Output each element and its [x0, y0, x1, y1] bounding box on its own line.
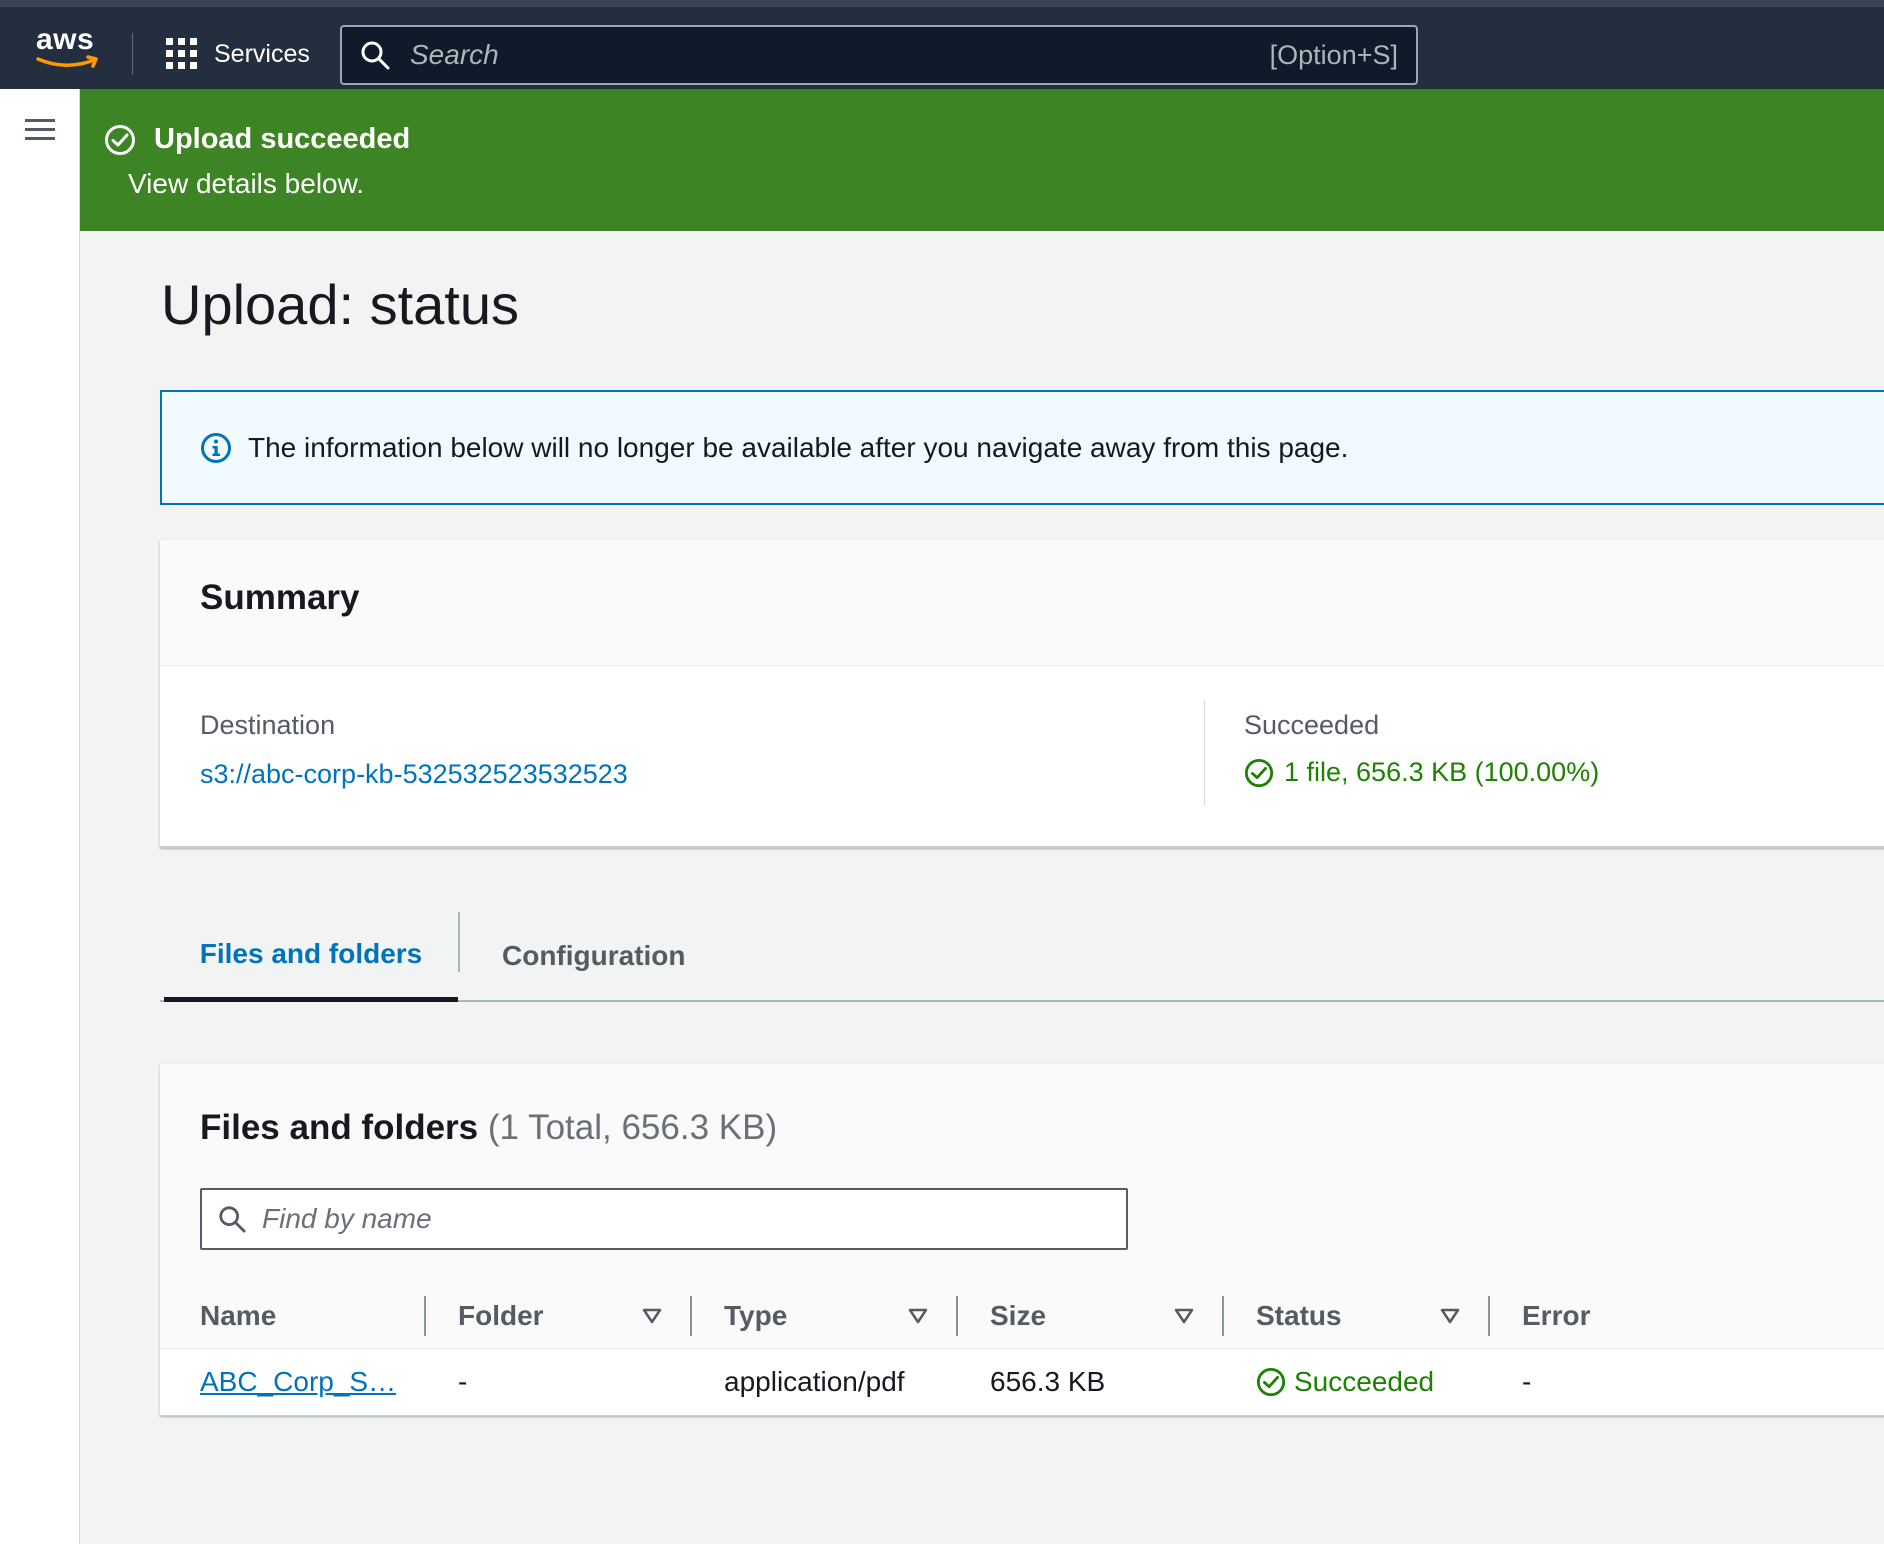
side-navigation-collapsed	[0, 89, 80, 1544]
files-count: (1 Total, 656.3 KB)	[487, 1108, 778, 1147]
column-header-type[interactable]: Type	[692, 1284, 958, 1349]
status-text: Succeeded	[1294, 1365, 1435, 1397]
find-by-name-field[interactable]	[200, 1188, 1128, 1250]
aws-smile-icon	[36, 55, 98, 68]
cell-type: application/pdf	[724, 1365, 905, 1397]
info-alert: The information below will no longer be …	[160, 390, 1884, 505]
search-shortcut-hint: [Option+S]	[1269, 39, 1398, 70]
table-row: ABC_Corp_S… - application/pdf 656.3 KB S…	[160, 1348, 1884, 1415]
topbar-divider	[132, 33, 133, 75]
tab-separator	[458, 912, 460, 972]
column-header-label: Type	[724, 1300, 788, 1331]
column-header-error[interactable]: Error	[1490, 1284, 1884, 1349]
sort-caret-down-icon[interactable]	[642, 1308, 662, 1324]
find-by-name-input[interactable]	[262, 1203, 1126, 1235]
destination-column: Destination s3://abc-corp-kb-53253252353…	[200, 710, 628, 790]
top-navigation-bar: aws Services [Option+S]	[0, 0, 1884, 89]
summary-heading: Summary	[200, 578, 360, 617]
destination-link[interactable]: s3://abc-corp-kb-532532523532523	[200, 759, 628, 790]
summary-body: Destination s3://abc-corp-kb-53253252353…	[160, 666, 1884, 848]
info-icon	[201, 432, 231, 463]
table-header-row: Name Folder Type Size Status Error	[160, 1284, 1884, 1349]
tab-files-and-folders[interactable]: Files and folders	[164, 910, 458, 1002]
cell-size: 656.3 KB	[990, 1365, 1106, 1397]
cell-error: -	[1522, 1365, 1532, 1397]
page-title: Upload: status	[161, 273, 519, 336]
search-icon	[361, 41, 390, 70]
cell-name: ABC_Corp_S…	[160, 1349, 426, 1415]
services-menu-button[interactable]: Services	[166, 35, 310, 73]
upload-success-flash: Upload succeeded View details below.	[80, 89, 1884, 231]
succeeded-column: Succeeded 1 file, 656.3 KB (100.00%)	[1244, 710, 1599, 788]
column-header-status[interactable]: Status	[1224, 1284, 1490, 1349]
file-name-link[interactable]: ABC_Corp_S…	[200, 1366, 396, 1397]
menu-icon[interactable]	[25, 117, 55, 143]
tabs-bar: Files and folders Configuration	[160, 910, 1884, 1002]
succeeded-label: Succeeded	[1244, 710, 1380, 740]
files-table: Name Folder Type Size Status Error ABC_C…	[160, 1284, 1884, 1415]
flash-title: Upload succeeded	[154, 123, 411, 155]
search-icon	[219, 1206, 246, 1233]
column-header-label: Status	[1256, 1300, 1342, 1331]
sort-caret-down-icon[interactable]	[1440, 1308, 1460, 1324]
succeeded-value: 1 file, 656.3 KB (100.00%)	[1284, 757, 1600, 787]
files-and-folders-container: Files and folders (1 Total, 656.3 KB) Na…	[160, 1064, 1884, 1416]
aws-logo-text: aws	[36, 23, 95, 56]
success-check-icon	[1244, 758, 1274, 787]
files-heading-title: Files and folders	[200, 1108, 479, 1147]
tab-configuration[interactable]: Configuration	[502, 910, 686, 1002]
column-header-label: Folder	[458, 1300, 544, 1331]
check-circle-icon	[105, 124, 135, 155]
column-header-label: Error	[1522, 1300, 1591, 1331]
cell-folder: -	[458, 1365, 468, 1397]
grid-icon	[166, 38, 197, 69]
files-header: Files and folders (1 Total, 656.3 KB)	[160, 1064, 1884, 1284]
column-header-label: Name	[200, 1300, 277, 1331]
files-heading: Files and folders (1 Total, 656.3 KB)	[200, 1108, 1884, 1148]
cell-status: Succeeded	[1224, 1349, 1490, 1415]
sort-caret-down-icon[interactable]	[1174, 1308, 1194, 1324]
sort-caret-down-icon[interactable]	[908, 1308, 928, 1324]
services-label: Services	[214, 39, 310, 68]
global-search-bar[interactable]: [Option+S]	[340, 25, 1418, 85]
column-header-label: Size	[990, 1300, 1047, 1331]
column-divider	[1204, 700, 1205, 806]
flash-subtitle: View details below.	[128, 168, 365, 199]
summary-container: Summary Destination s3://abc-corp-kb-532…	[160, 540, 1884, 848]
aws-logo[interactable]: aws	[36, 23, 102, 75]
column-header-name[interactable]: Name	[160, 1284, 426, 1349]
column-header-size[interactable]: Size	[958, 1284, 1224, 1349]
global-search-input[interactable]	[410, 39, 1270, 71]
summary-header: Summary	[160, 540, 1884, 666]
success-check-icon	[1256, 1367, 1286, 1396]
destination-label: Destination	[200, 710, 336, 740]
column-header-folder[interactable]: Folder	[426, 1284, 692, 1349]
info-alert-message: The information below will no longer be …	[248, 431, 1349, 463]
